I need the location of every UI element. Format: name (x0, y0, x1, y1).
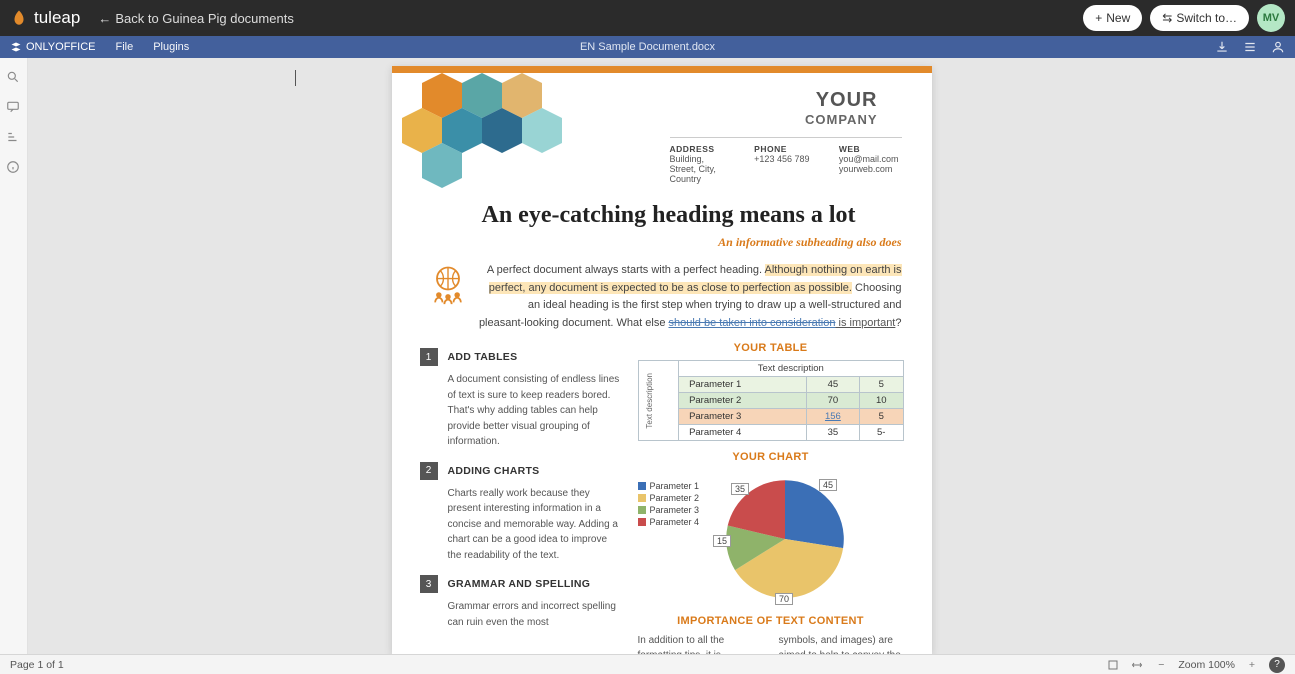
back-link[interactable]: ← Back to Guinea Pig documents (98, 11, 294, 26)
new-button-label: New (1106, 11, 1130, 25)
user-icon[interactable] (1271, 40, 1285, 54)
document-filename: EN Sample Document.docx (580, 41, 715, 53)
menu-icon[interactable] (1243, 40, 1257, 54)
menubar: ONLYOFFICE File Plugins EN Sample Docume… (0, 36, 1295, 58)
page-indicator: Page 1 of 1 (10, 659, 64, 671)
decorative-hex-art (392, 73, 602, 193)
switch-to-label: Switch to… (1176, 11, 1237, 25)
section-1-title: 1ADD TABLES (420, 348, 620, 366)
globe-people-icon (426, 262, 470, 306)
app-logo: tuleap (10, 8, 80, 28)
section-3-title: 3GRAMMAR AND SPELLING (420, 575, 620, 593)
header-contacts: ADDRESS Building, Street, City, Country … (670, 137, 902, 184)
new-button[interactable]: + New (1083, 5, 1142, 31)
editor-brand: ONLYOFFICE (0, 41, 105, 53)
app-logo-text: tuleap (34, 8, 80, 28)
page-accent-stripe (392, 66, 932, 73)
switch-to-button[interactable]: ⇆ Switch to… (1150, 5, 1249, 31)
table-title: YOUR TABLE (638, 342, 904, 354)
section-1-body: A document consisting of endless lines o… (448, 372, 620, 450)
document-canvas[interactable]: YOUR COMPANY ADDRESS Building, Street, C… (28, 58, 1295, 654)
shuffle-icon: ⇆ (1162, 11, 1172, 25)
importance-title: IMPORTANCE OF TEXT CONTENT (638, 615, 904, 627)
chart-legend: Parameter 1 Parameter 2 Parameter 3 Para… (638, 481, 700, 609)
fit-page-icon[interactable] (1106, 658, 1120, 672)
fit-width-icon[interactable] (1130, 658, 1144, 672)
left-nav (0, 58, 28, 654)
navigation-icon[interactable] (6, 130, 22, 146)
back-link-label: Back to Guinea Pig documents (115, 11, 294, 26)
company-line1: YOUR (805, 89, 877, 112)
zoom-out-icon[interactable]: − (1154, 658, 1168, 672)
statusbar: Page 1 of 1 − Zoom 100% + ? (0, 654, 1295, 674)
section-3-body: Grammar errors and incorrect spelling ca… (448, 599, 620, 630)
onlyoffice-icon (10, 41, 22, 53)
importance-columns: In addition to all the formatting tips, … (638, 633, 904, 654)
company-block: YOUR COMPANY (805, 89, 877, 127)
menu-file[interactable]: File (105, 41, 143, 53)
text-cursor (295, 70, 296, 86)
search-icon[interactable] (6, 70, 22, 86)
arrow-left-icon: ← (98, 11, 111, 26)
chart-title: YOUR CHART (638, 451, 904, 463)
chart-container: Parameter 1 Parameter 2 Parameter 3 Para… (638, 469, 904, 609)
menu-plugins[interactable]: Plugins (143, 41, 199, 53)
sample-table: Text descriptionText description Paramet… (638, 360, 904, 441)
document-page[interactable]: YOUR COMPANY ADDRESS Building, Street, C… (392, 66, 932, 654)
zoom-in-icon[interactable]: + (1245, 658, 1259, 672)
subheading: An informative subheading also does (392, 235, 902, 250)
info-icon[interactable] (6, 160, 22, 176)
intro-paragraph: A perfect document always starts with a … (422, 262, 902, 332)
section-2-title: 2ADDING CHARTS (420, 462, 620, 480)
section-2-body: Charts really work because they present … (448, 486, 620, 564)
zoom-level: Zoom 100% (1178, 659, 1235, 671)
pie-chart: 45 70 15 35 (715, 469, 855, 609)
comments-icon[interactable] (6, 100, 22, 116)
tuleap-icon (10, 9, 28, 27)
topbar: tuleap ← Back to Guinea Pig documents + … (0, 0, 1295, 36)
main-heading: An eye-catching heading means a lot (482, 202, 902, 229)
company-line2: COMPANY (805, 112, 877, 127)
help-icon[interactable]: ? (1269, 657, 1285, 673)
download-icon[interactable] (1215, 40, 1229, 54)
plus-icon: + (1095, 11, 1102, 25)
user-avatar[interactable]: MV (1257, 4, 1285, 32)
